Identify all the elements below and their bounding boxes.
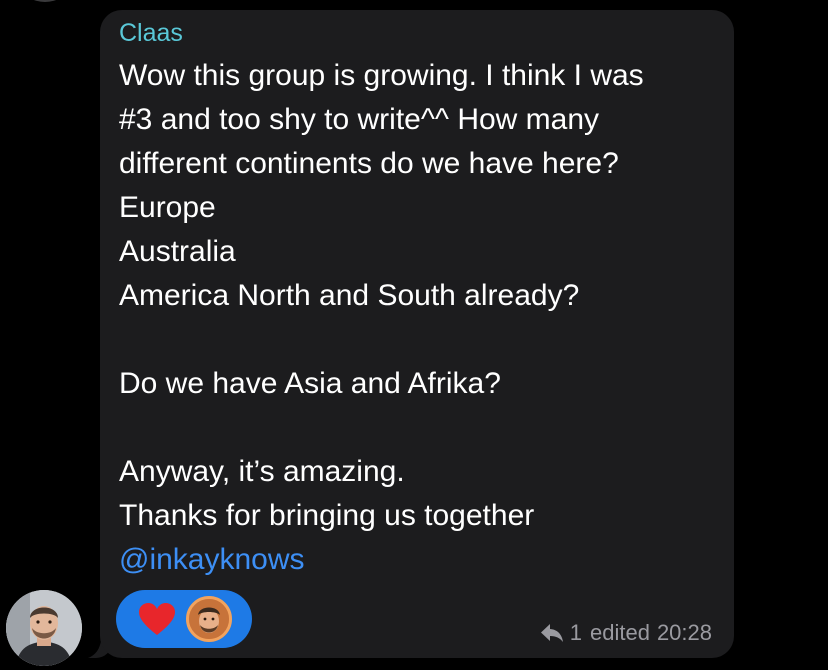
- message-line: Australia: [119, 235, 236, 268]
- mention-link[interactable]: @inkayknows: [119, 538, 719, 582]
- sender-name[interactable]: Claas: [119, 18, 183, 48]
- reply-icon[interactable]: [540, 623, 564, 643]
- reaction-pill[interactable]: [116, 590, 252, 648]
- sender-avatar[interactable]: [6, 590, 82, 666]
- edited-label: edited: [589, 620, 650, 645]
- reactor-avatar[interactable]: [186, 596, 232, 642]
- message-line: Anyway, it’s amazing.: [119, 455, 405, 488]
- message-line: America North and South already?: [119, 279, 580, 312]
- message-line: Do we have Asia and Afrika?: [119, 367, 501, 400]
- message-meta: 1 edited 20:28: [540, 619, 712, 647]
- message-time: 20:28: [656, 620, 712, 645]
- message-line: Wow this group is growing. I think I was: [119, 59, 644, 92]
- reactor-face-icon: [189, 599, 229, 639]
- message-line: different continents do we have here?: [119, 147, 619, 180]
- message-line: Europe: [119, 191, 216, 224]
- heart-icon: [139, 603, 175, 635]
- message-text: Wow this group is growing. I think I was…: [119, 54, 719, 582]
- chat-view: Claas Wow this group is growing. I think…: [0, 0, 828, 670]
- message-line: Thanks for bringing us together: [119, 499, 535, 532]
- sender-photo-icon: [6, 590, 82, 666]
- previous-avatar-edge: [22, 0, 68, 2]
- message-line: #3 and too shy to write^^ How many: [119, 103, 600, 136]
- reply-count[interactable]: 1: [570, 620, 582, 646]
